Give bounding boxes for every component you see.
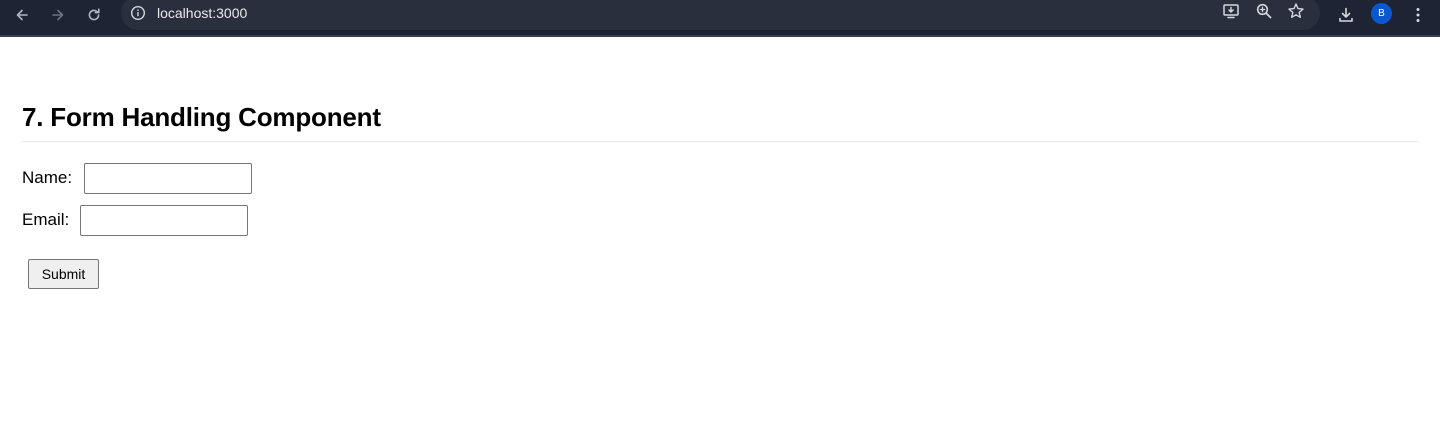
page-title: 7. Form Handling Component	[22, 102, 381, 132]
install-app-icon[interactable]	[1220, 0, 1242, 22]
profile-avatar[interactable]: B	[1371, 3, 1392, 24]
arrow-left-icon	[14, 7, 30, 23]
name-input[interactable]	[84, 163, 252, 194]
email-input[interactable]	[80, 205, 248, 236]
email-label: Email:	[22, 210, 70, 229]
heading-divider	[22, 141, 1418, 142]
more-vertical-icon[interactable]	[1405, 2, 1431, 28]
star-icon[interactable]	[1285, 0, 1307, 22]
submit-button[interactable]: Submit	[28, 259, 99, 289]
zoom-icon[interactable]	[1253, 0, 1275, 22]
back-button[interactable]	[8, 1, 36, 29]
reload-button[interactable]	[80, 1, 108, 29]
info-circle-icon[interactable]	[130, 5, 146, 21]
browser-toolbar: localhost:3000 B	[0, 0, 1440, 37]
address-bar[interactable]: localhost:3000	[121, 0, 1320, 30]
download-icon[interactable]	[1333, 2, 1359, 28]
reload-icon	[86, 7, 102, 23]
arrow-right-icon	[50, 7, 66, 23]
url-text: localhost:3000	[157, 5, 248, 21]
name-label: Name:	[22, 168, 73, 187]
page-content: 7. Form Handling Component Name: Email: …	[0, 37, 1440, 434]
forward-button[interactable]	[44, 1, 72, 29]
